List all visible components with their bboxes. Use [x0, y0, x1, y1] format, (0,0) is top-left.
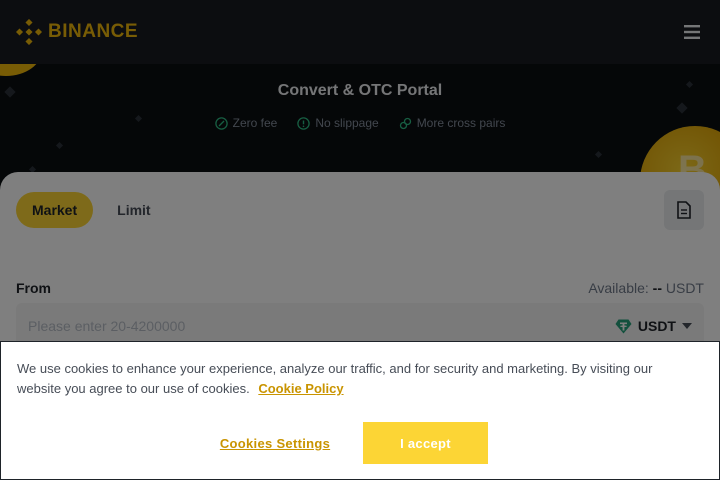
- cookie-consent-banner: We use cookies to enhance your experienc…: [0, 341, 720, 480]
- cookie-policy-link[interactable]: Cookie Policy: [258, 381, 343, 396]
- cookie-text-block: We use cookies to enhance your experienc…: [17, 359, 667, 399]
- cookie-actions: Cookies Settings I accept: [211, 422, 488, 464]
- cookies-settings-button[interactable]: Cookies Settings: [211, 436, 339, 451]
- accept-cookies-button[interactable]: I accept: [363, 422, 488, 464]
